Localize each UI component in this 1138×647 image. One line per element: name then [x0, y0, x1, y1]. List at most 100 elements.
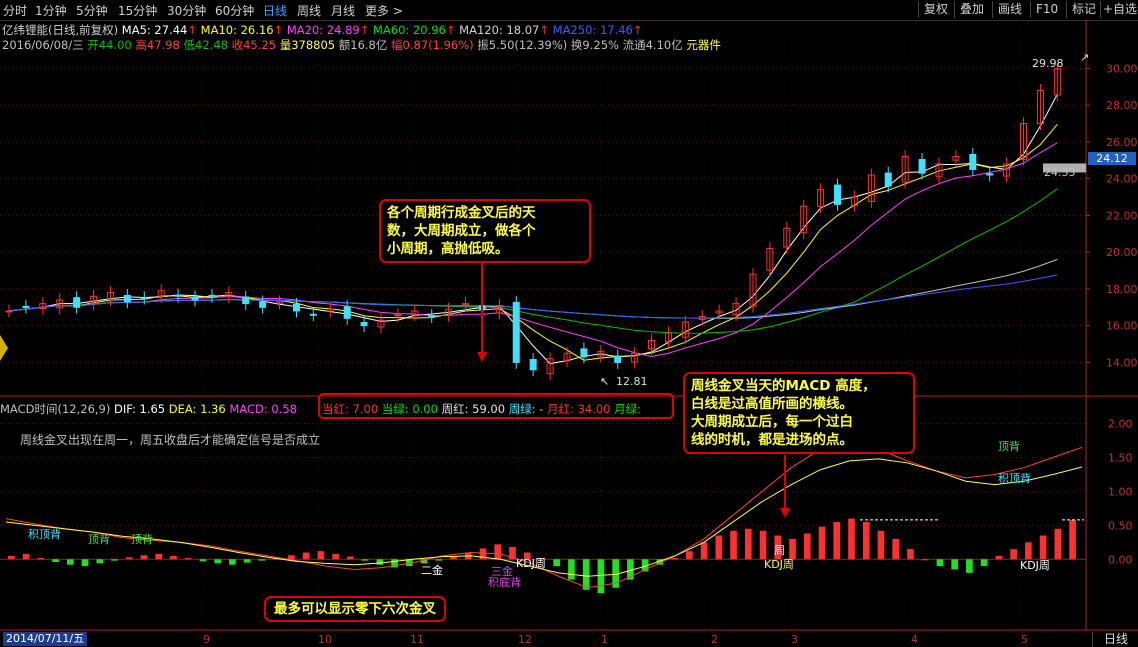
- candle-body: [969, 153, 977, 170]
- candle-body: [360, 322, 368, 327]
- macd-bar: [862, 521, 870, 560]
- macd-bar: [37, 557, 45, 560]
- macd-mark-9: 顶背: [998, 440, 1020, 453]
- time-tick-label: 4: [911, 633, 918, 646]
- macd-bar: [1069, 519, 1076, 560]
- candle-body: [394, 314, 402, 317]
- time-tick-label: 12: [518, 633, 532, 646]
- time-tick-label: 1: [601, 633, 608, 646]
- price-tick-label: 18.00: [1106, 283, 1138, 296]
- zhou-hong-value: 周红: 59.00: [441, 402, 506, 416]
- period-badge[interactable]: 日线: [1092, 632, 1138, 647]
- macd-bar: [288, 555, 295, 560]
- candle-body: [292, 303, 300, 312]
- macd-mark-1: 顶背: [88, 533, 110, 546]
- price-tick-label: 22.00: [1106, 209, 1138, 222]
- candle-body: [512, 301, 520, 363]
- macd-bar: [155, 553, 163, 560]
- dea-value: DEA: 1.36: [168, 402, 226, 416]
- macd-bar: [892, 538, 900, 560]
- candle-body: [884, 172, 892, 187]
- yue-hong-value: 月红: 34.00: [547, 402, 611, 416]
- candle-body: [123, 294, 131, 303]
- macd-bar: [332, 553, 339, 560]
- zhou-lv-value: 周绿: -: [508, 402, 544, 416]
- annotation-arrow-1-head: [477, 352, 487, 362]
- high-arrow-icon: ↗: [1080, 51, 1090, 64]
- annotation-note-1: 各个周期行成金叉后的天 数，大周期成立，做各个 小周期，高抛低吸。: [379, 199, 591, 263]
- macd-bar: [214, 559, 221, 564]
- macd-bar: [258, 559, 266, 561]
- macd-mark-3: 二金: [421, 564, 443, 577]
- candle-body: [140, 297, 148, 300]
- macd-bar: [597, 559, 605, 594]
- price-tick-label: 20.00: [1106, 246, 1138, 259]
- candle-body: [529, 358, 537, 371]
- candle-body: [242, 296, 250, 305]
- time-tick-label: 11: [410, 633, 424, 646]
- annotation-arrow-2-head: [780, 508, 790, 518]
- candle-body: [22, 305, 30, 308]
- macd-subtitle: 周线金叉出现在周一，周五收盘后才能确定信号是否成立: [20, 433, 321, 447]
- time-tick-label: 3: [791, 633, 798, 646]
- macd-value: MACD: 0.58: [229, 402, 297, 416]
- macd-bar: [744, 528, 752, 560]
- candle-body: [174, 294, 182, 297]
- macd-mark-11: KDJ周: [1020, 559, 1050, 572]
- macd-bar: [435, 559, 443, 561]
- macd-tick-label: 0.00: [1108, 553, 1133, 566]
- macd-mark-10: 积顶背: [998, 472, 1031, 485]
- candle-body: [918, 159, 926, 174]
- macd-bar: [184, 557, 192, 560]
- candle-body: [428, 315, 436, 318]
- macd-bar: [229, 559, 236, 565]
- candle-body: [614, 355, 622, 363]
- macd-bar: [66, 559, 74, 565]
- high-price-label: 29.98: [1032, 57, 1064, 70]
- candle-body: [986, 173, 994, 176]
- time-tick-label: 10: [318, 633, 332, 646]
- macd-bar: [966, 559, 973, 573]
- macd-bar: [582, 559, 590, 590]
- current-price-badge: 24.12: [1088, 152, 1136, 165]
- macd-bar: [1039, 535, 1047, 560]
- macd-bar: [450, 556, 457, 560]
- candle-body: [5, 310, 13, 313]
- macd-bar: [980, 559, 988, 567]
- macd-header: MACD时间(12,26,9) DIF: 1.65 DEA: 1.36 MACD…: [0, 401, 297, 417]
- macd-mark-6: 积底背: [488, 576, 521, 589]
- macd-bar: [936, 559, 944, 567]
- macd-bar: [140, 555, 148, 560]
- macd-bar: [96, 559, 104, 564]
- macd-bar: [907, 549, 914, 560]
- macd-bar: [1054, 528, 1062, 560]
- macd-bar: [951, 559, 958, 570]
- macd-bar: [848, 518, 855, 560]
- macd-bar: [700, 542, 708, 560]
- macd-bar: [995, 555, 1003, 560]
- candle-body: [343, 306, 351, 319]
- price-tick-label: 14.00: [1106, 356, 1138, 369]
- macd-bar: [730, 530, 737, 560]
- macd-title: MACD时间(12,26,9): [0, 402, 111, 416]
- macd-bar: [111, 559, 118, 561]
- macd-bar: [1010, 549, 1017, 560]
- price-tick-label: 26.00: [1106, 136, 1138, 149]
- time-tick-label: 2: [711, 633, 718, 646]
- macd-bar: [877, 530, 885, 560]
- macd-bar: [553, 559, 561, 567]
- macd-bar: [243, 559, 251, 563]
- kline-chart[interactable]: 30.0028.0026.0024.0022.0020.0018.0016.00…: [0, 0, 1138, 647]
- yue-lv-value: 月绿:: [614, 402, 642, 416]
- macd-bar: [686, 551, 693, 560]
- dif-value: DIF: 1.65: [114, 402, 166, 416]
- time-tick-label: 5: [1021, 633, 1028, 646]
- macd-bar: [22, 553, 30, 560]
- macd-tick-label: 1.00: [1108, 485, 1133, 498]
- price-tick-label: 30.00: [1106, 62, 1138, 75]
- cursor-date-badge: 2014/07/11/五: [3, 632, 88, 646]
- dang-hong-value: 当红: 7.00: [322, 402, 379, 416]
- annotation-note-2: 周线金叉当天的MACD 高度， 白线是过高值所画的横线。 大周期成立后，每一个过…: [683, 372, 915, 454]
- ref-price-label: 24.33: [1044, 166, 1076, 179]
- macd-mark-8: KDJ周: [764, 558, 794, 571]
